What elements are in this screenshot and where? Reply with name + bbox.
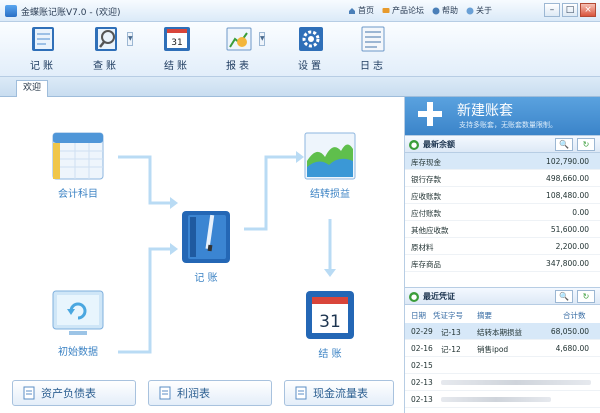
magnifier-book-icon — [95, 27, 117, 51]
report-dropdown-arrow[interactable]: ▼ — [259, 32, 265, 46]
svg-text:31: 31 — [319, 312, 341, 332]
voucher-row[interactable]: 02-13 — [405, 374, 600, 391]
calendar-close-icon: 31 — [306, 291, 354, 339]
balance-search-button[interactable]: 🔍 — [555, 138, 573, 151]
node-transfer-pl[interactable]: 结转损益 — [298, 131, 362, 200]
document-icon — [295, 386, 307, 400]
plus-icon — [418, 102, 442, 126]
main-toolbar: 记账 查账 ▼ 31 结账 报表 ▼ 设置 日志 — [0, 22, 600, 77]
chart-report-icon — [226, 27, 252, 51]
app-logo-icon — [5, 5, 17, 17]
voucher-row[interactable]: 02-29 记-13 结转本期损益 68,050.00 — [405, 323, 600, 340]
voucher-row[interactable]: 02-15 — [405, 357, 600, 374]
node-close[interactable]: 31 结 账 — [298, 289, 362, 360]
voucher-section-header: ● 最近凭证 🔍 ↻ — [405, 287, 600, 305]
node-accounts[interactable]: 会计科目 — [48, 131, 108, 200]
balance-row[interactable]: 应付账款 0.00 — [405, 204, 600, 221]
balance-row[interactable]: 库存商品 347,800.00 — [405, 255, 600, 272]
voucher-table-header: 日期 凭证字号 摘要 合计数 — [411, 311, 586, 320]
balance-row[interactable]: 应收账款 108,480.00 — [405, 187, 600, 204]
svg-text:31: 31 — [171, 38, 182, 48]
info-icon — [466, 7, 474, 14]
toolbar-journal-button[interactable]: 记账 — [14, 25, 72, 75]
nav-help[interactable]: 帮助 — [432, 5, 458, 16]
document-icon — [23, 386, 35, 400]
pl-chart-icon — [304, 132, 356, 180]
voucher-search-button[interactable]: 🔍 — [555, 290, 573, 303]
top-nav: 首页 产品论坛 帮助 关于 — [348, 5, 492, 16]
balance-row[interactable]: 其他应收款 51,600.00 — [405, 221, 600, 238]
monitor-refresh-icon — [52, 290, 104, 335]
tab-strip: 欢迎 — [0, 77, 600, 97]
account-table-icon — [52, 132, 104, 180]
voucher-row[interactable]: 02-13 — [405, 391, 600, 408]
balance-section-header: ● 最新余额 🔍 ↻ — [405, 135, 600, 153]
new-account-set-button[interactable]: 新建账套 支持多账套，无账套数量限制。 — [405, 97, 600, 135]
balance-refresh-button[interactable]: ↻ — [577, 138, 595, 151]
window-controls: – □ × — [544, 3, 596, 17]
arrow-accounts-to-journal — [118, 155, 170, 205]
log-list-icon — [361, 26, 385, 52]
balance-row[interactable]: 库存现金 102,790.00 — [405, 153, 600, 170]
blurred-content — [441, 397, 551, 402]
balance-row[interactable]: 原材料 2,200.00 — [405, 238, 600, 255]
gear-icon — [299, 27, 323, 51]
close-button[interactable]: × — [580, 3, 596, 17]
maximize-button[interactable]: □ — [562, 3, 578, 17]
home-icon — [349, 7, 355, 14]
title-bar: 金蝶账记账V7.0 - (欢迎) 首页 产品论坛 帮助 关于 – □ × — [0, 0, 600, 22]
arrow-journal-to-transfer — [244, 155, 296, 231]
cash-flow-button[interactable]: 现金流量表 — [284, 380, 394, 406]
balance-badge-icon: ● — [409, 140, 419, 150]
balance-sheet-button[interactable]: 资产负债表 — [12, 380, 136, 406]
nav-forum[interactable]: 产品论坛 — [382, 5, 424, 16]
voucher-badge-icon: ● — [409, 292, 419, 302]
workflow-area: 会计科目 记 账 结转损益 初始数据 31 结 账 资产负债表 利润表 现金流量… — [0, 97, 404, 413]
voucher-refresh-button[interactable]: ↻ — [577, 290, 595, 303]
node-journal[interactable]: 记 账 — [176, 209, 236, 284]
toolbar-close-button[interactable]: 31 结账 — [148, 25, 206, 75]
toolbar-log-button[interactable]: 日志 — [344, 25, 402, 75]
balance-row[interactable]: 银行存款 498,660.00 — [405, 170, 600, 187]
node-initial-data[interactable]: 初始数据 — [48, 289, 108, 358]
right-panel: 新建账套 支持多账套，无账套数量限制。 ● 最新余额 🔍 ↻ 库存现金 102,7… — [404, 97, 600, 413]
voucher-row[interactable]: 02-16 记-12 销售ipod 4,680.00 — [405, 340, 600, 357]
forum-icon — [382, 7, 390, 13]
calendar-icon: 31 — [164, 27, 190, 51]
journal-book-icon — [182, 211, 230, 263]
window-title: 金蝶账记账V7.0 - (欢迎) — [21, 8, 121, 18]
tab-welcome[interactable]: 欢迎 — [16, 80, 48, 97]
document-icon — [159, 386, 171, 400]
help-icon — [432, 7, 440, 14]
nav-about[interactable]: 关于 — [466, 5, 492, 16]
query-dropdown-arrow[interactable]: ▼ — [127, 32, 133, 46]
minimize-button[interactable]: – — [544, 3, 560, 17]
toolbar-settings-button[interactable]: 设置 — [282, 25, 340, 75]
arrow-initial-to-journal — [118, 247, 170, 354]
income-statement-button[interactable]: 利润表 — [148, 380, 272, 406]
ledger-book-icon — [32, 27, 54, 51]
blurred-content — [441, 380, 591, 385]
nav-home[interactable]: 首页 — [348, 5, 374, 16]
